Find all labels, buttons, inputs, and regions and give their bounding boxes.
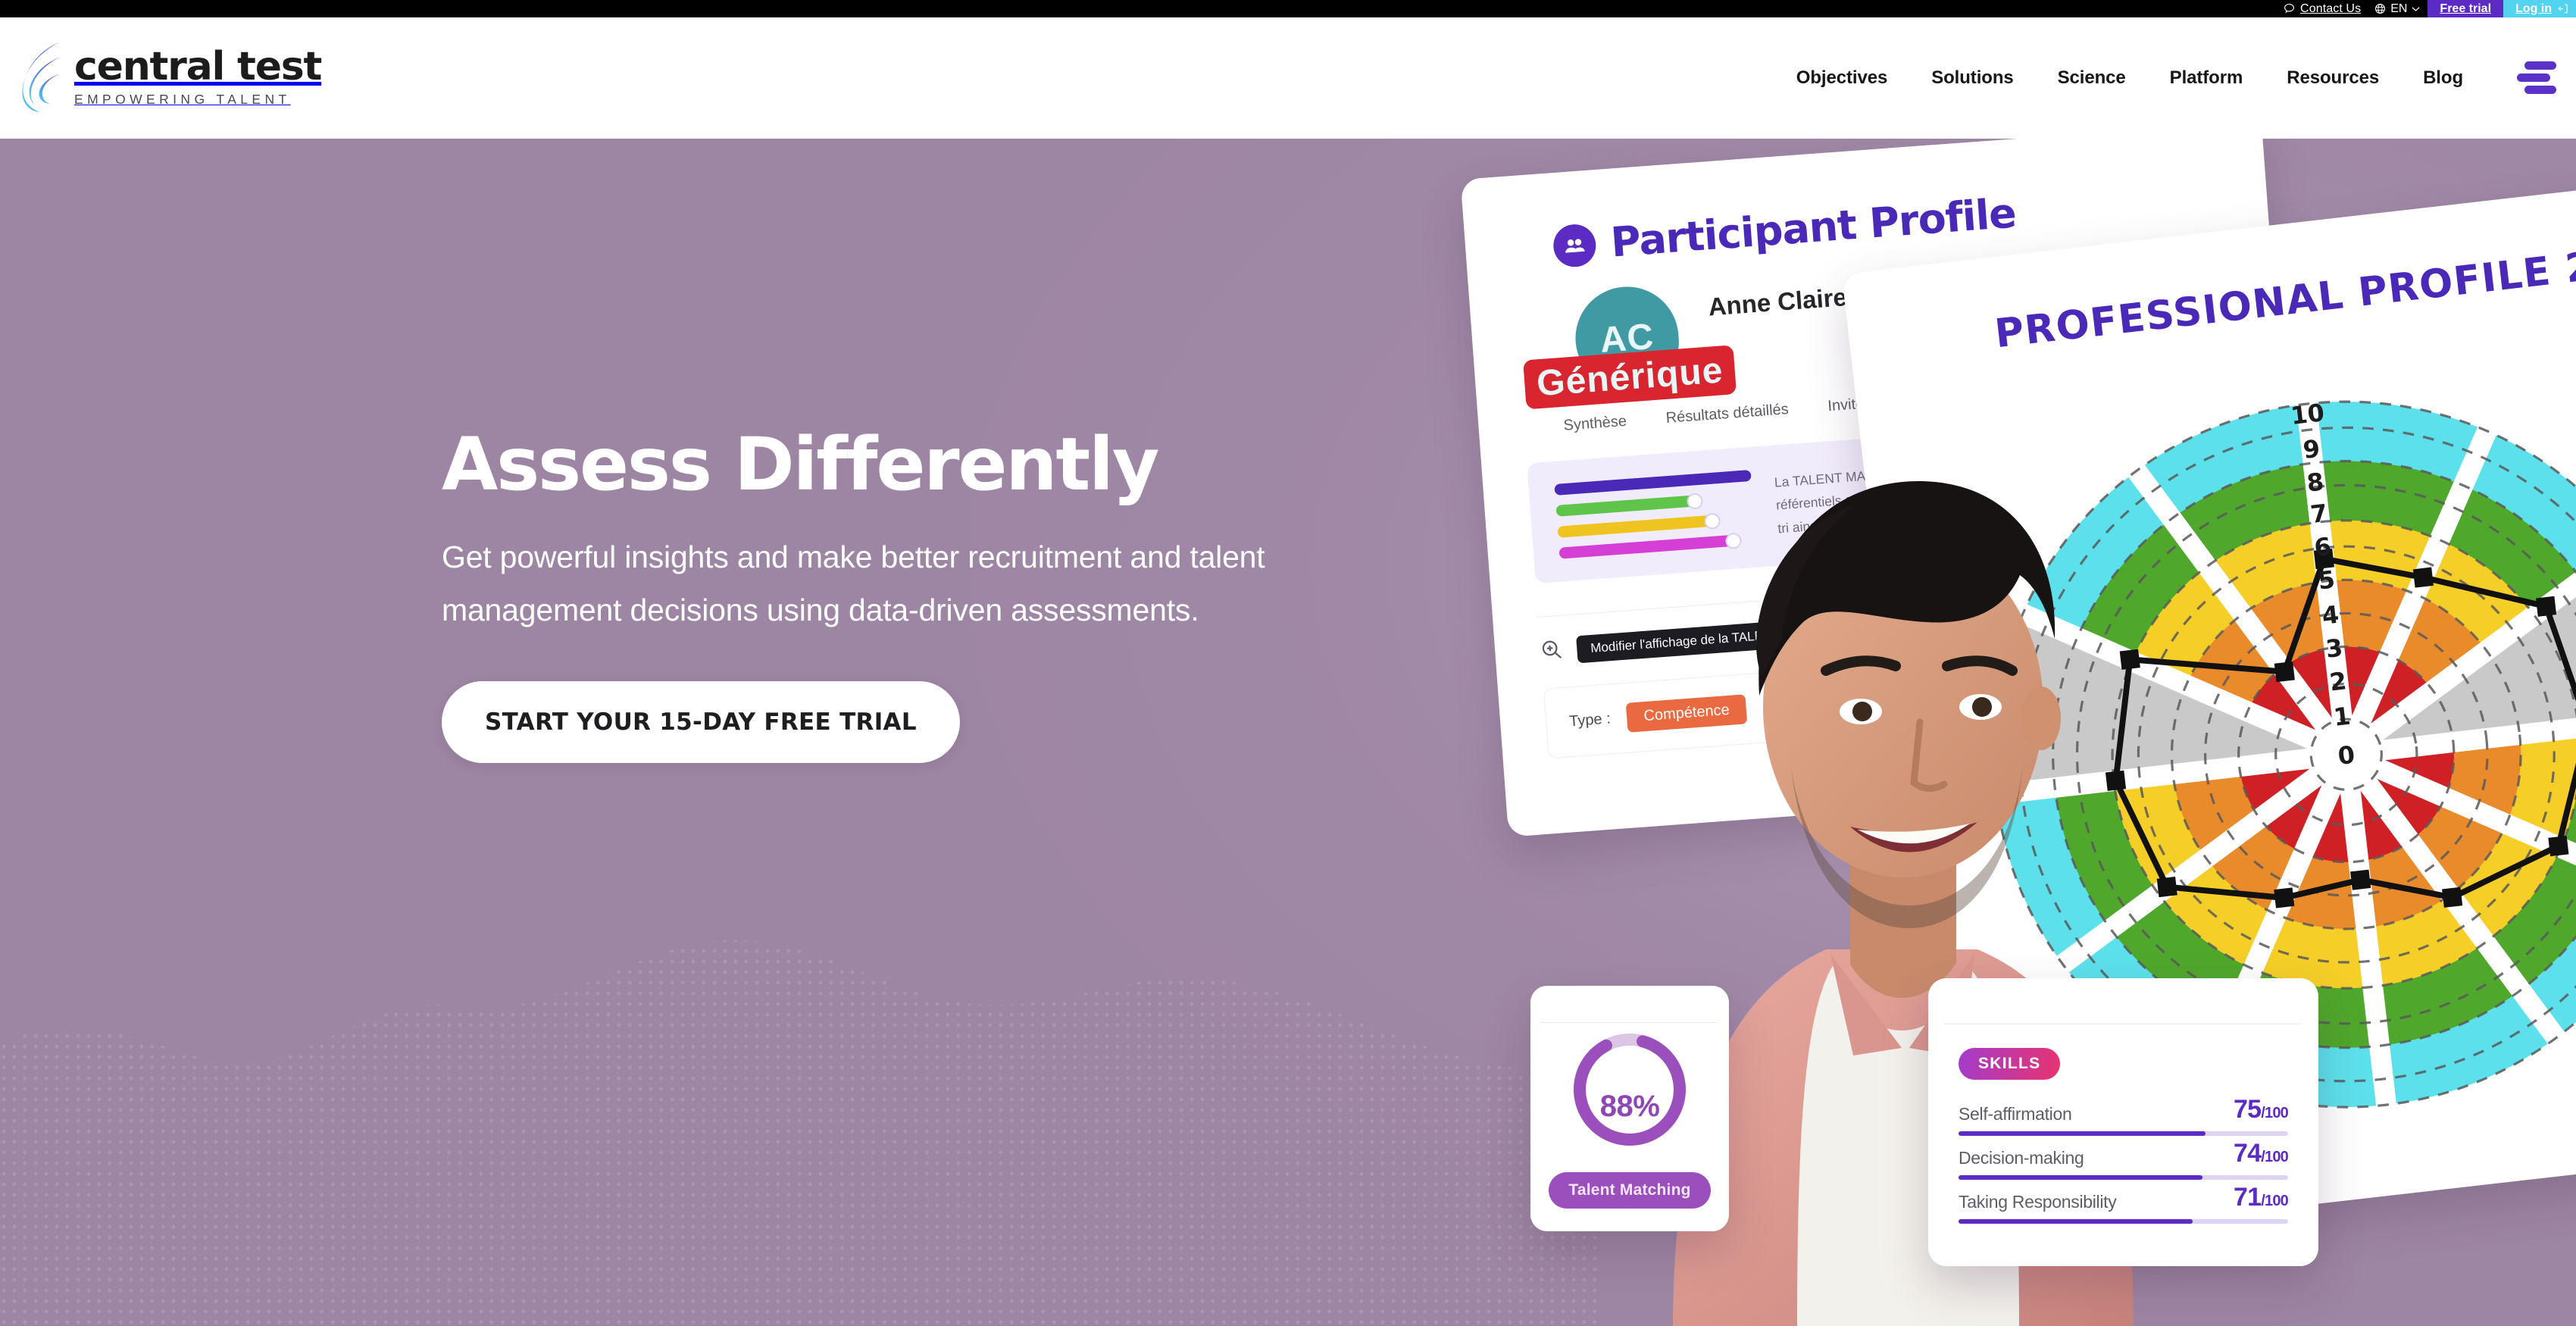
skill-score: 74 — [2234, 1139, 2262, 1168]
skill-score: 75 — [2234, 1095, 2262, 1124]
skill-scale: /100 — [2261, 1105, 2289, 1121]
talent-matching-card: 88% Talent Matching — [1530, 986, 1729, 1231]
language-label: EN — [2390, 2, 2408, 15]
talent-matching-percent: 88% — [1599, 1090, 1660, 1123]
svg-text:10: 10 — [2289, 398, 2325, 430]
hero-copy: Assess Differently Get powerful insights… — [442, 427, 1449, 763]
skill-label: Taking Responsibility — [1959, 1192, 2117, 1212]
main-navigation: Objectives Solutions Science Platform Re… — [1774, 17, 2485, 139]
skill-label: Decision-making — [1959, 1148, 2084, 1168]
skill-scale: /100 — [2261, 1193, 2289, 1209]
chevron-down-icon — [2412, 6, 2420, 12]
skill-progress-bar — [1959, 1175, 2288, 1180]
start-free-trial-button[interactable]: START YOUR 15-DAY FREE TRIAL — [442, 680, 960, 763]
svg-text:9: 9 — [2302, 434, 2321, 464]
hero-visual: Participant Profile AC Générique Anne Cl… — [1424, 139, 2576, 1326]
log-in-button[interactable]: Log in — [2503, 0, 2576, 17]
svg-text:5: 5 — [2316, 564, 2336, 595]
participants-group-icon — [1552, 222, 1598, 268]
wave-mesh-decoration — [0, 940, 1599, 1326]
zoom-search-icon[interactable] — [1540, 637, 1564, 665]
skill-row-decision-making: Decision-making 74/100 — [1959, 1139, 2289, 1180]
hamburger-menu-icon[interactable] — [2517, 61, 2559, 95]
svg-text:7: 7 — [2309, 499, 2328, 529]
nav-item-resources[interactable]: Resources — [2265, 67, 2401, 89]
top-utility-bar: Contact Us EN Free trial Log in — [0, 0, 2576, 17]
hero-section: Assess Differently Get powerful insights… — [0, 139, 2576, 1326]
globe-icon — [2374, 3, 2386, 14]
nav-item-solutions[interactable]: Solutions — [1909, 67, 2035, 89]
skill-progress-bar — [1959, 1219, 2288, 1224]
svg-text:1: 1 — [2332, 702, 2352, 732]
hamburger-bar-top — [2524, 61, 2556, 70]
hero-headline: Assess Differently — [442, 422, 1159, 507]
speech-bubble-icon — [2284, 3, 2295, 14]
site-header: central test EMPOWERING TALENT Objective… — [0, 17, 2576, 139]
skill-progress-bar — [1959, 1131, 2288, 1136]
free-trial-label: Free trial — [2440, 2, 2492, 15]
contact-us-label: Contact Us — [2300, 2, 2362, 15]
skill-scale: /100 — [2261, 1149, 2289, 1165]
nav-item-objectives[interactable]: Objectives — [1774, 67, 1909, 89]
logo-wordmark: central test — [74, 44, 322, 89]
svg-text:2: 2 — [2328, 666, 2348, 696]
free-trial-button[interactable]: Free trial — [2428, 0, 2504, 17]
login-arrow-icon — [2557, 3, 2568, 14]
svg-text:0: 0 — [2337, 740, 2356, 771]
skills-badge: SKILLS — [1959, 1048, 2061, 1080]
svg-text:8: 8 — [2306, 467, 2325, 497]
skill-score: 71 — [2234, 1183, 2262, 1212]
skills-card: SKILLS Self-affirmation 75/100 Decision-… — [1928, 978, 2318, 1266]
svg-text:6: 6 — [2312, 532, 2332, 562]
card-divider — [1541, 1022, 1718, 1023]
skill-label: Self-affirmation — [1959, 1104, 2072, 1124]
talent-matching-label: Talent Matching — [1549, 1172, 1711, 1209]
hero-subheadline: Get powerful insights and make better re… — [442, 539, 1265, 628]
contact-us-link[interactable]: Contact Us — [2273, 0, 2371, 17]
svg-text:4: 4 — [2321, 600, 2340, 630]
hamburger-bar-bottom — [2524, 86, 2556, 94]
log-in-label: Log in — [2515, 2, 2552, 15]
logo-tagline: EMPOWERING TALENT — [74, 92, 291, 107]
skill-row-taking-responsibility: Taking Responsibility 71/100 — [1959, 1183, 2289, 1224]
hamburger-bar-middle — [2517, 73, 2550, 82]
logo-link[interactable]: central test EMPOWERING TALENT — [17, 40, 322, 114]
nav-item-platform[interactable]: Platform — [2148, 67, 2265, 89]
svg-text:3: 3 — [2324, 633, 2344, 664]
nav-item-science[interactable]: Science — [2036, 67, 2148, 89]
central-test-swoosh-logo-icon — [17, 40, 64, 114]
nav-item-blog[interactable]: Blog — [2401, 67, 2485, 89]
skill-row-self-affirmation: Self-affirmation 75/100 — [1959, 1095, 2289, 1136]
language-selector[interactable]: EN — [2371, 0, 2428, 17]
